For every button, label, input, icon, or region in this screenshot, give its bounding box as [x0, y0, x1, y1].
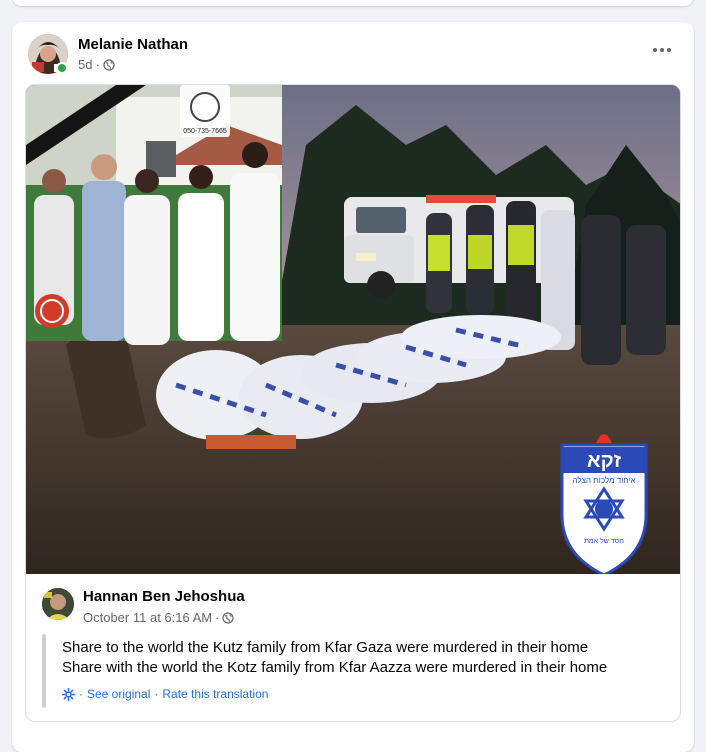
globe-icon — [103, 58, 115, 71]
shared-author-name[interactable]: Hannan Ben Jehoshua — [83, 588, 245, 605]
online-status-dot — [56, 62, 68, 74]
more-horizontal-icon — [653, 48, 657, 52]
post-body: Share to the world the Kutz family from … — [62, 638, 672, 678]
shared-post-meta: October 11 at 6:16 AM · — [83, 610, 235, 625]
sign-phone-text: 050-735-7665 — [183, 128, 227, 135]
post-card: Melanie Nathan 5d · 050-735-7665 זקא איח… — [12, 22, 694, 752]
previous-post-card — [12, 0, 694, 6]
post-author-name[interactable]: Melanie Nathan — [78, 36, 188, 53]
rate-translation-link[interactable]: Rate this translation — [162, 687, 268, 701]
shared-author-avatar[interactable] — [42, 588, 74, 620]
post-meta: 5d · — [78, 57, 115, 72]
translation-separator: · — [154, 687, 159, 701]
translation-controls: · See original · Rate this translation — [62, 687, 268, 701]
see-original-link[interactable]: See original — [87, 687, 150, 701]
post-body-line: Share with the world the Kotz family fro… — [62, 659, 608, 676]
shared-meta-separator: · — [215, 610, 220, 625]
more-options-button[interactable] — [644, 38, 680, 62]
post-timestamp[interactable]: 5d — [78, 57, 92, 72]
post-photo[interactable]: 050-735-7665 זקא איחוד מלכות הצלה חסד של… — [26, 85, 680, 577]
translation-separator: · — [79, 687, 83, 701]
shared-post[interactable]: 050-735-7665 זקא איחוד מלכות הצלה חסד של… — [25, 84, 681, 722]
gear-icon — [62, 687, 75, 701]
zaka-logo-text: זקא — [587, 450, 622, 472]
zaka-logo-footer: חסד של אמת — [584, 537, 624, 545]
post-body-line: Share to the world the Kutz family from … — [62, 639, 589, 656]
shared-post-timestamp[interactable]: October 11 at 6:16 AM — [83, 610, 212, 625]
globe-icon — [222, 611, 235, 624]
zaka-logo-subtext: איחוד מלכות הצלה — [572, 476, 635, 485]
quote-bar — [42, 634, 46, 708]
meta-separator: · — [95, 57, 100, 72]
